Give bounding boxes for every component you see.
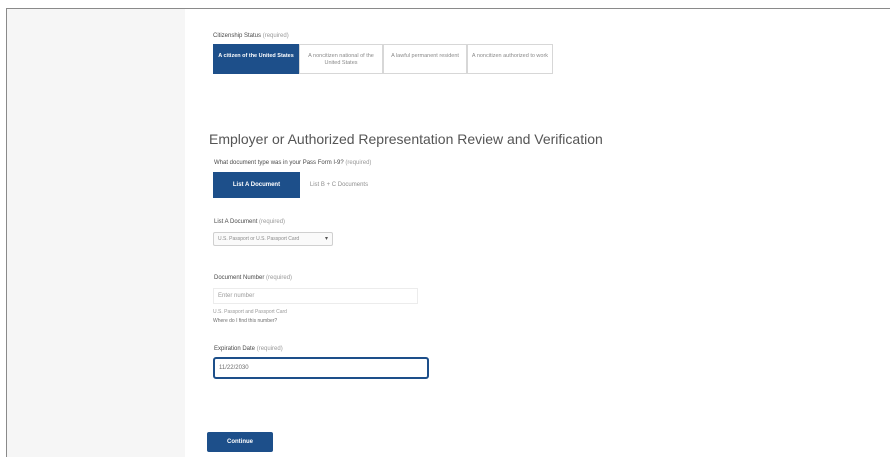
citizenship-option-label: A noncitizen authorized to work [471,53,549,59]
window-left-border [0,8,7,457]
document-number-helper: U.S. Passport and Passport Card [213,309,287,315]
list-a-document-hint: (required) [259,219,286,225]
list-a-document-select[interactable]: U.S. Passport or U.S. Passport Card ▾ [213,232,333,246]
document-number-label-text: Document Number [214,275,265,281]
sidebar [7,9,185,457]
document-type-question-text: What document type was in your Pass Form… [214,160,344,166]
citizenship-option-label: A lawful permanent resident [391,53,459,59]
document-number-label: Document Number (required) [214,275,292,281]
document-type-list-bc-button[interactable]: List B + C Documents [304,172,374,198]
expiration-date-label: Expiration Date (required) [214,346,283,352]
citizenship-option-label: A citizen of the United States [218,53,294,59]
list-a-document-label-text: List A Document [214,219,258,225]
document-type-list-a-button[interactable]: List A Document [213,172,300,198]
citizenship-option-permanent-resident[interactable]: A lawful permanent resident [383,44,467,74]
document-number-hint: (required) [266,275,293,281]
expiration-date-label-text: Expiration Date [214,346,256,352]
expiration-date-value: 11/22/2030 [219,365,249,371]
document-number-placeholder: Enter number [218,293,255,299]
chevron-down-icon: ▾ [324,236,328,242]
citizenship-status-hint: (required) [262,33,289,39]
citizenship-option-authorized-to-work[interactable]: A noncitizen authorized to work [467,44,553,74]
section-heading: Employer or Authorized Representation Re… [209,131,603,147]
citizenship-status-label: Citizenship Status (required) [213,33,289,39]
document-type-option-label: List A Document [232,182,281,188]
citizenship-option-label: A noncitizen national of the United Stat… [308,53,374,66]
document-number-help-link[interactable]: Where do I find this number? [213,318,277,324]
list-a-document-selected-value: U.S. Passport or U.S. Passport Card [218,236,300,242]
expiration-date-input[interactable]: 11/22/2030 [213,357,429,379]
citizenship-status-label-text: Citizenship Status [213,33,262,39]
document-number-input[interactable]: Enter number [213,288,418,304]
document-type-question: What document type was in your Pass Form… [214,160,371,166]
citizenship-option-us-citizen[interactable]: A citizen of the United States [213,44,299,74]
document-type-option-label: List B + C Documents [309,182,369,188]
window-top-border [0,0,890,9]
continue-button[interactable]: Continue [207,432,273,452]
document-type-hint: (required) [345,160,372,166]
citizenship-option-noncitizen-national[interactable]: A noncitizen national of the United Stat… [299,44,383,74]
expiration-date-hint: (required) [256,346,283,352]
list-a-document-label: List A Document (required) [214,219,285,225]
